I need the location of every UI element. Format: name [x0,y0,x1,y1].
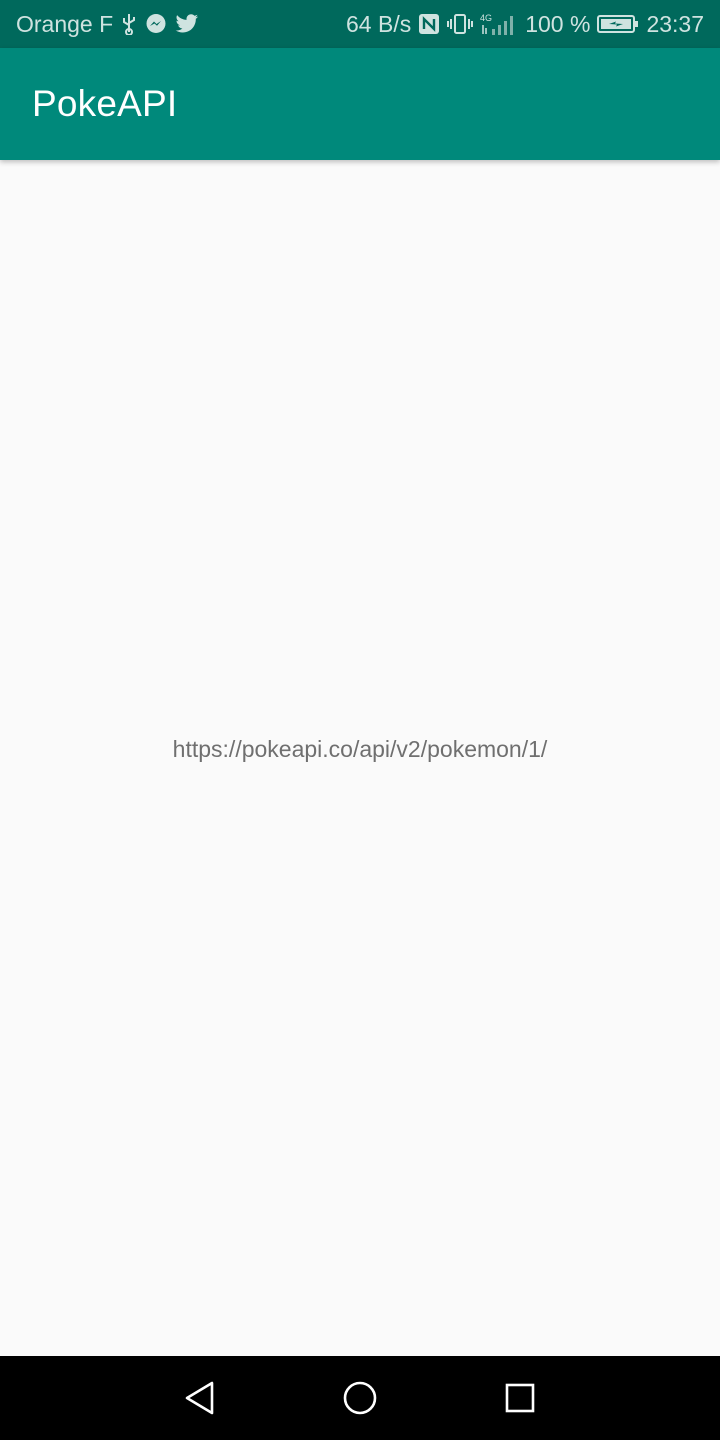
navigation-bar [0,1356,720,1440]
net-speed: 64 B/s [346,10,412,37]
status-left: Orange F [16,11,199,38]
url-text: https://pokeapi.co/api/v2/pokemon/1/ [172,736,548,762]
usb-icon [121,13,137,35]
messenger-icon [145,13,167,35]
network-type-label: 4G [480,13,492,23]
carrier-name: Orange F [16,10,114,37]
twitter-icon [175,14,199,34]
back-icon [185,1381,214,1415]
recents-button[interactable] [500,1378,540,1418]
home-button[interactable] [340,1378,380,1418]
app-bar: PokeAPI [0,48,720,160]
home-icon [343,1381,377,1415]
status-right: 64 B/s 4G 100 % 23:37 [346,11,704,38]
back-button[interactable] [180,1378,220,1418]
nfc-icon [418,13,440,35]
status-bar: Orange F 64 B/s 4G 100 % 23:37 [0,0,720,48]
battery-percent: 100 % [525,10,591,37]
signal-icon: 4G [480,12,518,36]
main-content: https://pokeapi.co/api/v2/pokemon/1/ [0,160,720,1356]
recents-icon [505,1383,535,1413]
vibrate-icon [447,13,474,35]
clock: 23:37 [646,10,704,37]
battery-icon [597,13,639,35]
app-title: PokeAPI [32,83,178,124]
